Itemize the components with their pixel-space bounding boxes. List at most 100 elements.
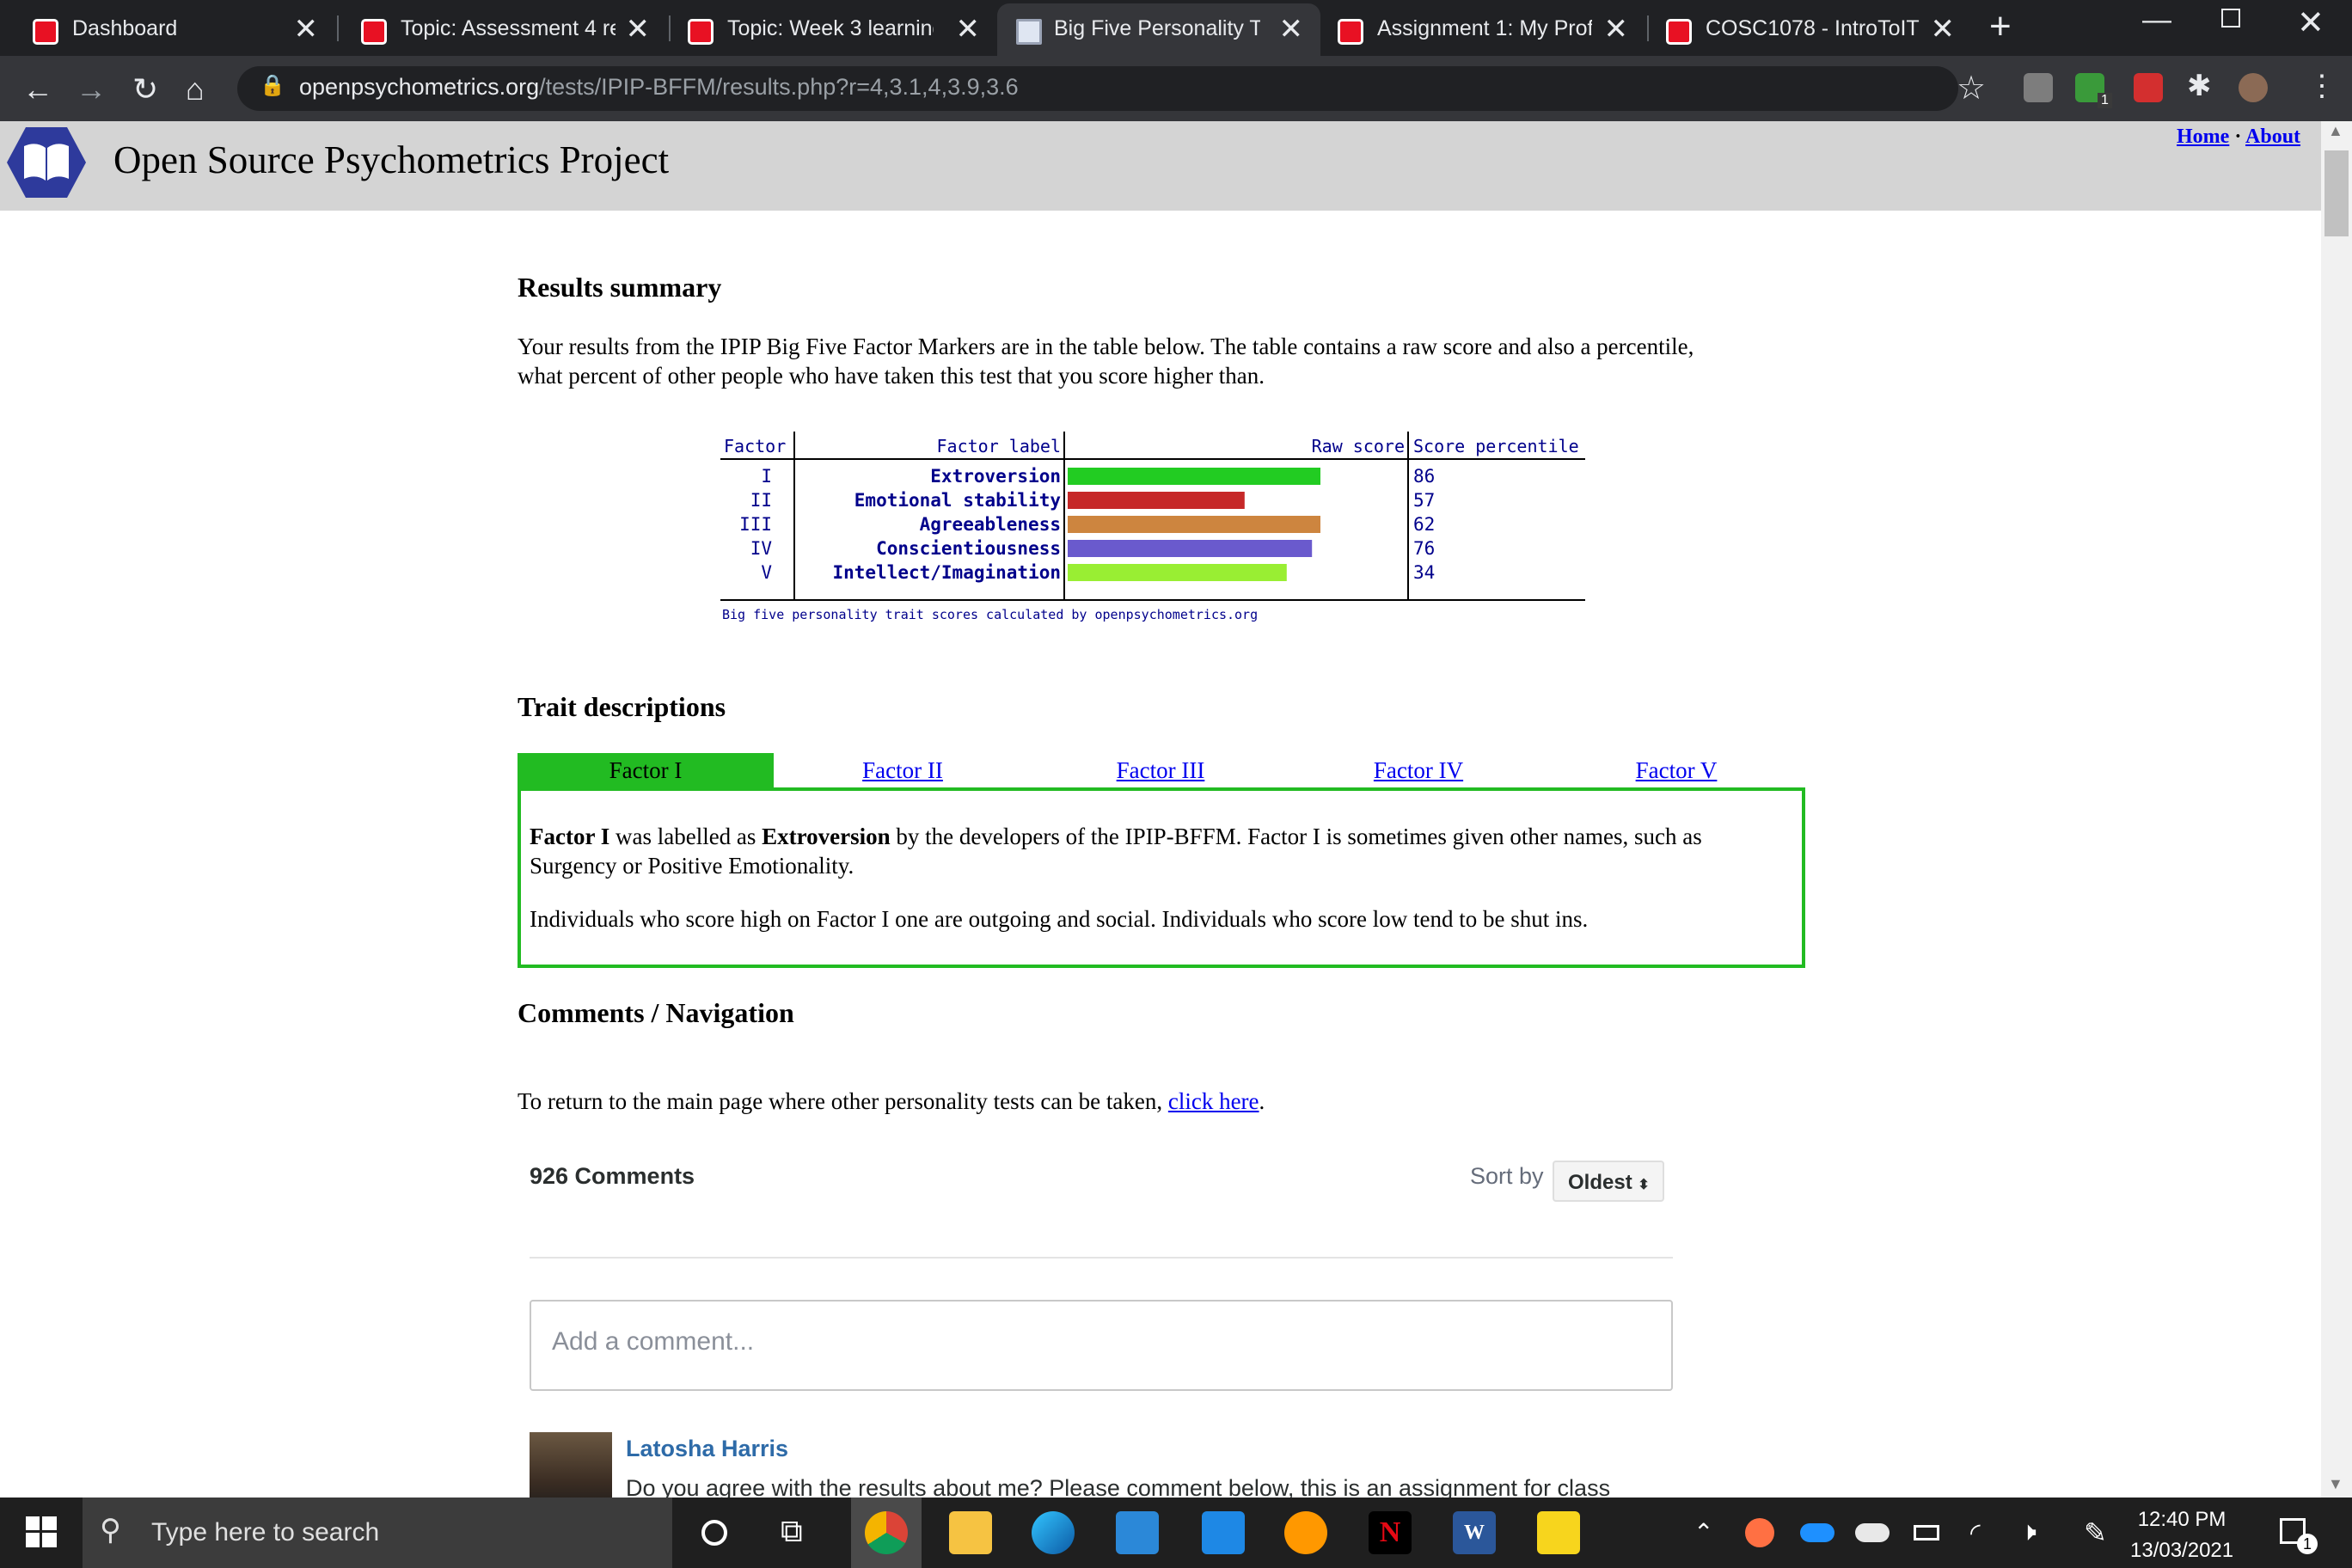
tab-big-five-active[interactable]: Big Five Personality Test ✕: [997, 3, 1320, 56]
tab-assignment1[interactable]: Assignment 1: My Profil ✕: [1320, 3, 1645, 56]
click-here-link[interactable]: click here: [1168, 1088, 1259, 1114]
netflix-icon[interactable]: N: [1369, 1511, 1412, 1554]
tab-factor-4[interactable]: Factor IV: [1289, 753, 1547, 787]
store-icon[interactable]: [1116, 1511, 1159, 1554]
close-tab-icon[interactable]: ✕: [626, 12, 651, 46]
show-hidden-icons-icon[interactable]: ⌃: [1694, 1518, 1713, 1547]
lock-icon: 🔒: [260, 74, 285, 97]
results-heading: Results summary: [518, 272, 722, 303]
battery-icon[interactable]: [1914, 1525, 1939, 1540]
header-percentile: Score percentile: [1413, 436, 1579, 456]
tab-factor-1[interactable]: Factor I: [518, 753, 774, 787]
site-title[interactable]: Open Source Psychometrics Project: [113, 138, 669, 182]
sort-dropdown[interactable]: Oldest ⬍: [1553, 1161, 1664, 1202]
taskbar-clock[interactable]: 12:40 PM 13/03/2021: [2130, 1504, 2233, 1566]
mail-icon[interactable]: [1202, 1511, 1245, 1554]
task-view-icon[interactable]: ⧉: [781, 1513, 803, 1550]
tab-factor-3[interactable]: Factor III: [1032, 753, 1289, 787]
clock-date: 13/03/2021: [2130, 1539, 2234, 1562]
tab-title: Big Five Personality Test: [1054, 16, 1260, 40]
close-tab-icon[interactable]: ✕: [294, 12, 319, 46]
profile-avatar[interactable]: [2239, 73, 2268, 102]
browser-menu-icon[interactable]: ⋮: [2307, 69, 2337, 103]
about-link[interactable]: About: [2245, 126, 2300, 148]
tab-factor-2[interactable]: Factor II: [774, 753, 1032, 787]
desc-text: by the developers of the IPIP-BFFM. Fact…: [890, 824, 1702, 849]
percentile-value: 34: [1413, 562, 1435, 583]
tab-factor-5[interactable]: Factor V: [1547, 753, 1805, 787]
add-comment-input[interactable]: Add a comment...: [530, 1300, 1673, 1391]
results-intro: Your results from the IPIP Big Five Fact…: [518, 332, 1773, 390]
divider: [530, 1257, 1673, 1259]
score-bar: [1068, 468, 1320, 485]
vertical-scrollbar[interactable]: [2321, 121, 2352, 1498]
factor-description-box: Factor I was labelled as Extroversion by…: [518, 787, 1805, 968]
big-five-chart: Factor Factor label Raw score Score perc…: [720, 432, 1585, 622]
scroll-up-icon[interactable]: ▲: [2328, 122, 2343, 140]
tab-title: Dashboard: [72, 16, 178, 40]
desc-factor-label: Extroversion: [762, 824, 891, 849]
file-explorer-icon[interactable]: [949, 1511, 992, 1554]
tray-app-icon[interactable]: [1745, 1518, 1774, 1547]
sort-chevron-icon: ⬍: [1638, 1178, 1650, 1192]
site-favicon-icon: [1338, 19, 1363, 45]
close-window-icon[interactable]: ✕: [2297, 3, 2324, 42]
tab-dashboard[interactable]: Dashboard ✕: [0, 3, 335, 56]
close-tab-icon[interactable]: ✕: [1604, 12, 1629, 46]
taskbar-search-placeholder[interactable]: Type here to search: [151, 1518, 379, 1547]
vpn-icon[interactable]: [1284, 1511, 1327, 1554]
cortana-icon[interactable]: [701, 1520, 727, 1546]
score-bar: [1068, 564, 1287, 581]
chrome-icon[interactable]: [865, 1511, 908, 1554]
close-tab-icon[interactable]: ✕: [1279, 12, 1304, 46]
site-favicon-icon: [688, 19, 714, 45]
home-link[interactable]: Home: [2177, 126, 2229, 148]
tab-cosc1078[interactable]: COSC1078 - IntroToIT A ✕: [1649, 3, 1972, 56]
url-text[interactable]: openpsychometrics.org/tests/IPIP-BFFM/re…: [299, 74, 1019, 101]
traits-heading: Trait descriptions: [518, 691, 726, 722]
reload-icon[interactable]: ↻: [132, 72, 158, 107]
book-logo-icon[interactable]: [5, 126, 88, 199]
sticky-notes-icon[interactable]: [1537, 1511, 1580, 1554]
minimize-window-icon[interactable]: —: [2142, 3, 2171, 37]
scroll-down-icon[interactable]: ▼: [2328, 1475, 2343, 1493]
factor-number: V: [761, 562, 772, 583]
windows-start-icon[interactable]: [26, 1516, 57, 1547]
url-host: openpsychometrics.org: [299, 74, 540, 100]
home-icon[interactable]: ⌂: [186, 72, 205, 107]
tab-assessment[interactable]: Topic: Assessment 4 rele ✕: [339, 3, 667, 56]
cloud-icon[interactable]: [1855, 1523, 1890, 1542]
pen-icon[interactable]: ✎: [2084, 1516, 2107, 1549]
clock-time: 12:40 PM: [2137, 1508, 2226, 1531]
edge-icon[interactable]: [1032, 1511, 1075, 1554]
commenter-name[interactable]: Latosha Harris: [626, 1436, 788, 1462]
comments-heading: Comments / Navigation: [518, 997, 794, 1028]
extension-r-icon[interactable]: [2024, 73, 2053, 102]
volume-muted-icon[interactable]: 🕨: [2020, 1518, 2037, 1547]
bookmark-star-icon[interactable]: ☆: [1957, 69, 1986, 107]
extensions-puzzle-icon[interactable]: ✱: [2187, 69, 2212, 103]
tab-title: Topic: Week 3 learning: [727, 16, 934, 40]
chart-caption: Big five personality trait scores calcul…: [722, 607, 1258, 622]
new-tab-button[interactable]: +: [1989, 5, 2012, 48]
restore-window-icon[interactable]: [2221, 9, 2240, 28]
wifi-icon[interactable]: ◜: [1970, 1518, 1981, 1548]
close-tab-icon[interactable]: ✕: [1931, 12, 1956, 46]
onedrive-icon[interactable]: [1800, 1523, 1834, 1542]
scrollbar-thumb[interactable]: [2324, 150, 2349, 236]
intro-line: what percent of other people who have ta…: [518, 363, 1265, 389]
tab-week3[interactable]: Topic: Week 3 learning ✕: [671, 3, 997, 56]
site-favicon-icon: [33, 19, 58, 45]
forward-arrow-icon[interactable]: →: [76, 72, 107, 107]
tab-title: Topic: Assessment 4 rele: [401, 16, 616, 40]
tab-title: Assignment 1: My Profil: [1377, 16, 1592, 40]
close-tab-icon[interactable]: ✕: [956, 12, 981, 46]
return-text: To return to the main page where other p…: [518, 1088, 1168, 1114]
factor-number: II: [750, 490, 772, 511]
sort-label: Sort by: [1470, 1163, 1544, 1189]
back-arrow-icon[interactable]: ←: [22, 72, 53, 107]
word-icon[interactable]: W: [1453, 1511, 1496, 1554]
score-bar: [1068, 492, 1245, 509]
nav-separator: ·: [2234, 126, 2242, 148]
extension-pdf-icon[interactable]: [2134, 73, 2163, 102]
